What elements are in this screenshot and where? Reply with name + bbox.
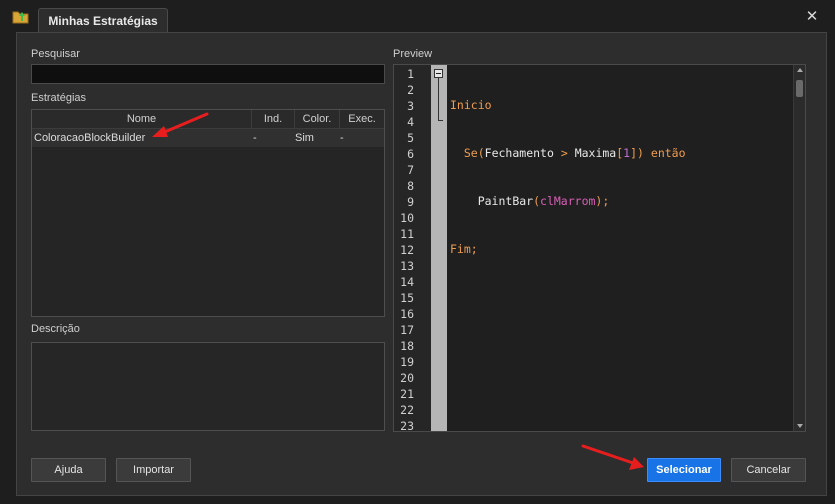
code-line-2: Se(Fechamento > Maxima[1]) então	[450, 145, 686, 161]
paren-open: (	[477, 146, 485, 160]
line-number: 9	[407, 195, 414, 209]
identifier-maxima: Maxima	[574, 146, 617, 160]
line-number: 12	[400, 243, 414, 257]
annotation-arrow-icon	[152, 112, 209, 137]
description-label: Descrição	[31, 323, 80, 335]
select-button[interactable]: Selecionar	[647, 458, 721, 482]
column-header-ind[interactable]: Ind.	[252, 110, 295, 129]
keyword-entao: então	[643, 146, 686, 160]
function-paintbar: PaintBar	[477, 194, 534, 208]
search-input[interactable]	[31, 64, 385, 84]
line-number: 23	[400, 419, 414, 432]
line-number: 8	[407, 179, 414, 193]
line-number: 17	[400, 323, 414, 337]
line-number: 16	[400, 307, 414, 321]
column-header-color[interactable]: Color.	[295, 110, 340, 129]
fold-guide	[438, 78, 439, 120]
title-bar: Minhas Estratégias ✕	[0, 0, 835, 33]
line-number: 10	[400, 211, 414, 225]
cell-nome: ColoracaoBlockBuilder	[34, 132, 146, 144]
line-number: 5	[407, 131, 414, 145]
annotation-arrow-icon	[581, 444, 644, 470]
keyword-fim: Fim	[450, 242, 471, 256]
line-number: 20	[400, 371, 414, 385]
cell-color: Sim	[295, 132, 314, 144]
bracket-close: ])	[630, 146, 644, 160]
cancel-button[interactable]: Cancelar	[731, 458, 806, 482]
code-line-4: Fim;	[450, 241, 686, 257]
description-box	[31, 342, 385, 431]
line-number: 1	[407, 67, 414, 81]
strategies-label: Estratégias	[31, 92, 87, 104]
cell-exec: -	[340, 132, 344, 144]
line-number: 6	[407, 147, 414, 161]
cell-ind: -	[253, 132, 257, 144]
code-text: Inicio Se(Fechamento > Maxima[1]) então …	[450, 65, 686, 289]
scroll-up-icon[interactable]	[797, 68, 803, 72]
line-number: 14	[400, 275, 414, 289]
preview-label: Preview	[393, 48, 433, 60]
line-number: 3	[407, 99, 414, 113]
line-number: 15	[400, 291, 414, 305]
tab-minhas-estrategias[interactable]: Minhas Estratégias	[38, 8, 168, 33]
paren-open: (	[533, 194, 541, 208]
line-number: 18	[400, 339, 414, 353]
line-number: 19	[400, 355, 414, 369]
vertical-scrollbar[interactable]	[793, 65, 805, 431]
line-number: 2	[407, 83, 414, 97]
paren-close: );	[595, 194, 610, 208]
operator-gt: >	[553, 146, 575, 160]
keyword-inicio: Inicio	[450, 98, 492, 112]
code-preview[interactable]: 1 2 3 4 5 6 7 8 9 10 11 12 13 14 15 16 1…	[393, 64, 806, 432]
import-button[interactable]: Importar	[116, 458, 191, 482]
code-line-1: Inicio	[450, 97, 686, 113]
scroll-thumb[interactable]	[796, 80, 803, 97]
line-number: 13	[400, 259, 414, 273]
fold-guide-end	[438, 120, 443, 121]
line-number-gutter: 1 2 3 4 5 6 7 8 9 10 11 12 13 14 15 16 1…	[394, 65, 431, 431]
constant-clmarrom: clMarrom	[540, 194, 596, 208]
search-label: Pesquisar	[31, 48, 80, 60]
help-button[interactable]: Ajuda	[31, 458, 106, 482]
line-number: 22	[400, 403, 414, 417]
scroll-down-icon[interactable]	[797, 424, 803, 428]
code-line-3: PaintBar(clMarrom);	[450, 193, 686, 209]
column-header-exec[interactable]: Exec.	[340, 110, 384, 129]
close-icon[interactable]: ✕	[803, 8, 821, 26]
line-number: 4	[407, 115, 414, 129]
line-number: 7	[407, 163, 414, 177]
keyword-se: Se	[463, 146, 478, 160]
fold-minus-icon[interactable]	[434, 69, 443, 78]
folder-arrow-icon	[12, 11, 29, 24]
line-number: 11	[400, 227, 414, 241]
line-number: 21	[400, 387, 414, 401]
identifier-fechamento: Fechamento	[484, 146, 554, 160]
semicolon: ;	[470, 242, 478, 256]
